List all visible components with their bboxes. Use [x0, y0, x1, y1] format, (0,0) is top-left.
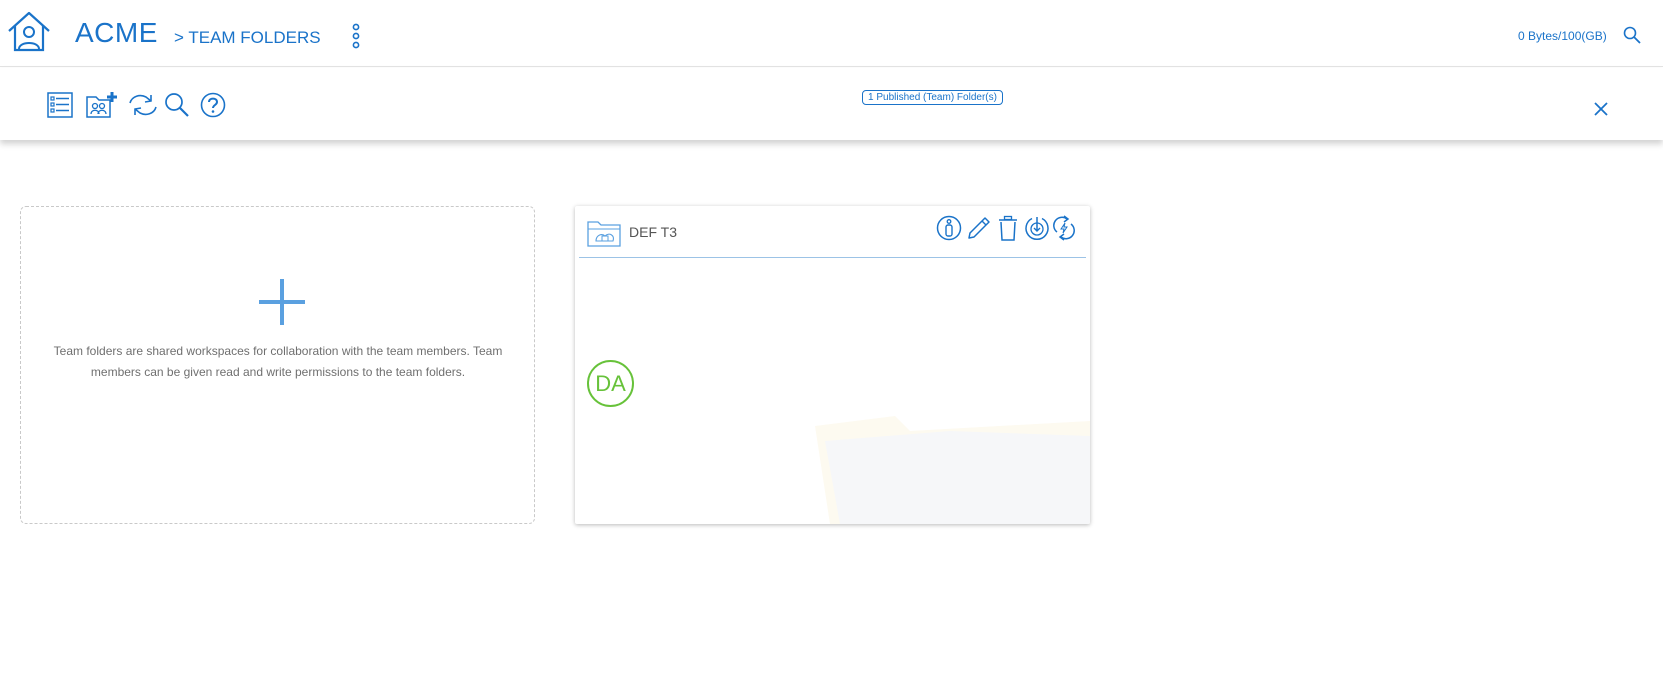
brand-title[interactable]: ACME — [75, 17, 158, 49]
close-icon[interactable] — [1594, 102, 1608, 116]
team-folder-description: Team folders are shared workspaces for c… — [53, 344, 503, 379]
more-options-icon[interactable] — [349, 23, 363, 49]
plus-icon[interactable] — [259, 279, 305, 325]
delete-icon[interactable] — [997, 215, 1019, 241]
folder-name[interactable]: DEF T3 — [629, 224, 677, 240]
folder-watermark — [815, 416, 1090, 524]
team-folder-card[interactable]: DEF T3 DA — [575, 206, 1090, 524]
published-folders-badge: 1 Published (Team) Folder(s) — [862, 90, 1003, 105]
info-icon[interactable] — [936, 215, 962, 241]
sync-icon[interactable] — [1053, 215, 1075, 241]
card-header: DEF T3 — [579, 206, 1086, 258]
team-folder-icon — [587, 221, 621, 247]
home-icon[interactable] — [6, 10, 52, 52]
member-avatar[interactable]: DA — [587, 360, 634, 407]
top-bar: ACME > TEAM FOLDERS 0 Bytes/100(GB) — [0, 0, 1663, 67]
toolbar: 1 Published (Team) Folder(s) — [0, 68, 1663, 140]
breadcrumb[interactable]: > TEAM FOLDERS — [174, 28, 321, 48]
search-icon[interactable] — [1623, 26, 1641, 44]
download-icon[interactable] — [1024, 215, 1050, 241]
add-team-folder-icon[interactable] — [86, 91, 118, 119]
add-team-folder-card[interactable]: Team folders are shared workspaces for c… — [20, 206, 535, 524]
sync-icon[interactable] — [127, 91, 159, 119]
help-icon[interactable] — [200, 91, 226, 119]
edit-icon[interactable] — [966, 215, 992, 241]
storage-quota: 0 Bytes/100(GB) — [1518, 29, 1607, 43]
search-icon[interactable] — [164, 91, 190, 119]
list-view-icon[interactable] — [47, 91, 73, 119]
